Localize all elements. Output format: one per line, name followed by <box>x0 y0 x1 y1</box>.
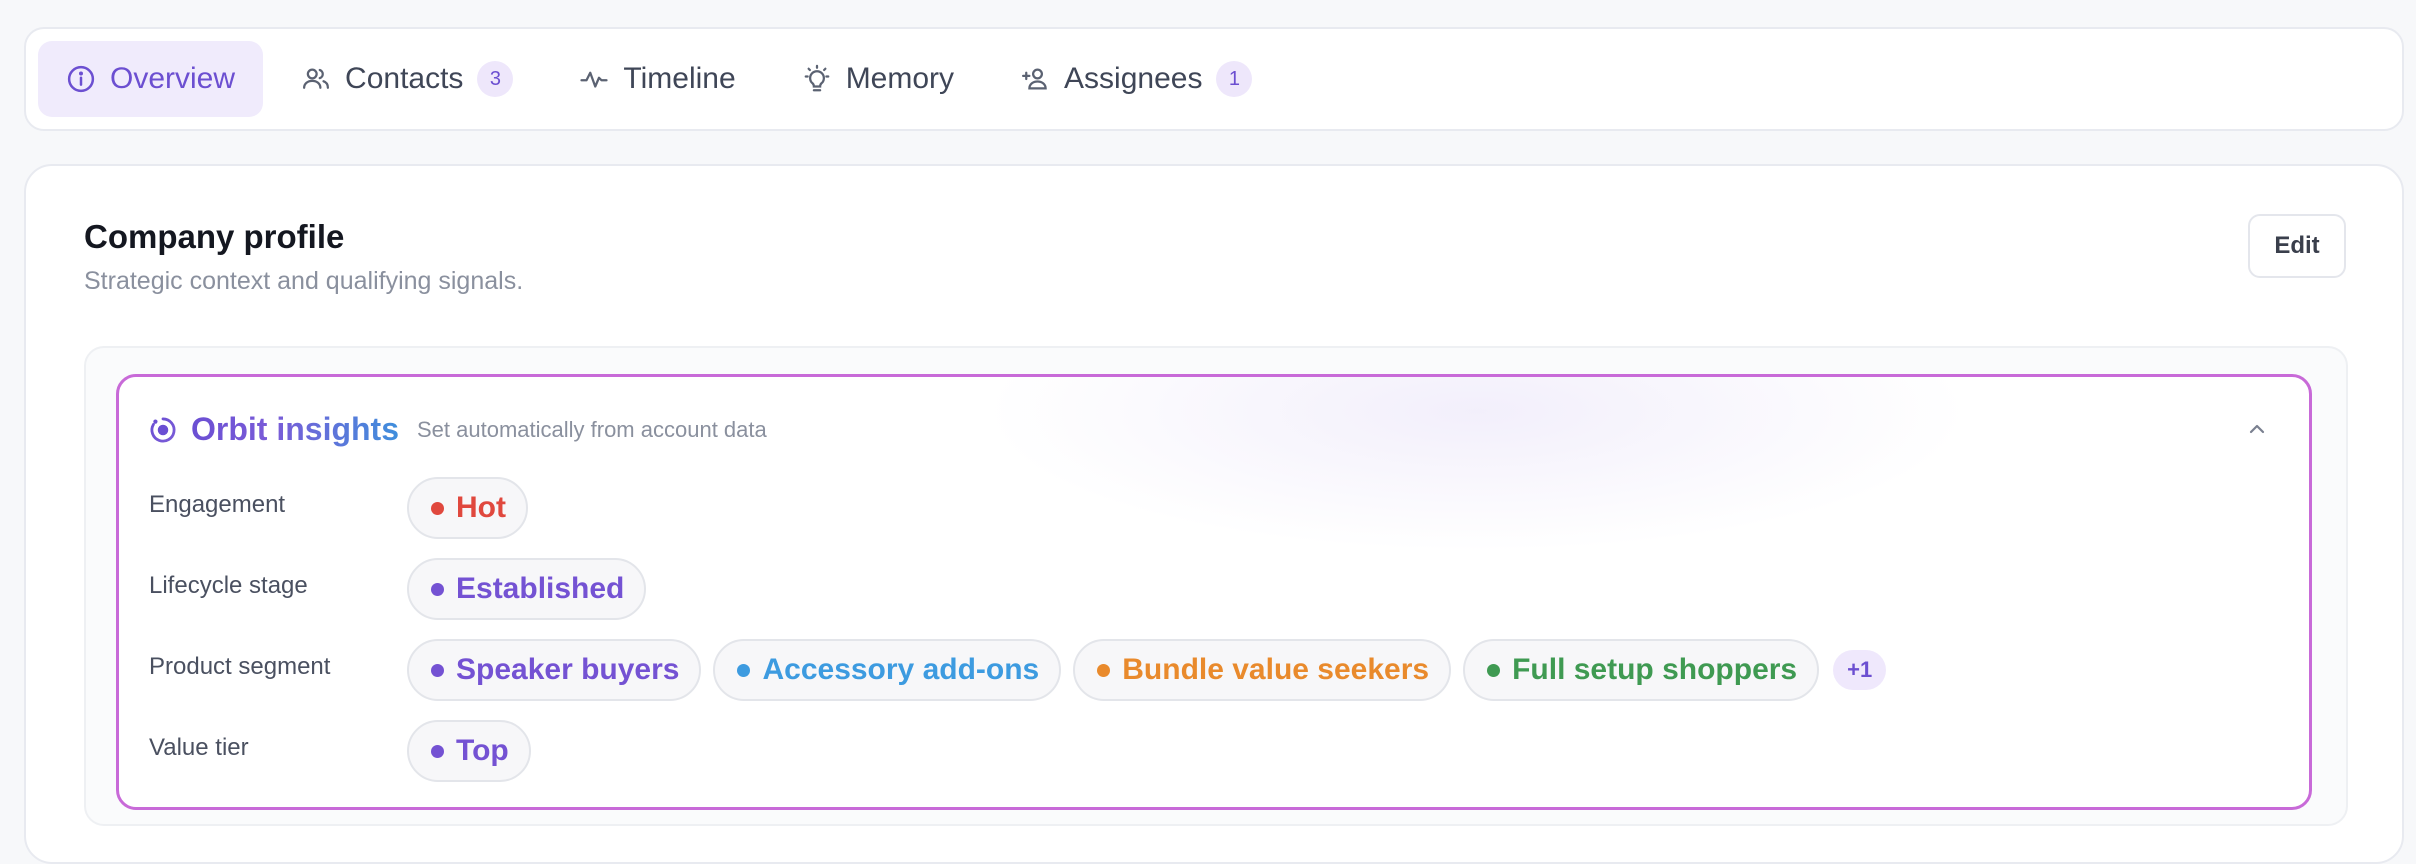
row-label: Lifecycle stage <box>149 572 308 599</box>
tab-timeline[interactable]: Timeline <box>551 41 763 117</box>
chip-segment[interactable]: Bundle value seekers <box>1073 639 1452 701</box>
user-plus-icon <box>1020 64 1050 94</box>
chip-lifecycle[interactable]: Established <box>407 558 647 620</box>
chip-segment[interactable]: Full setup shoppers <box>1463 639 1820 701</box>
insight-row-product-segment: Product segment Speaker buyers Accessory… <box>149 639 1887 701</box>
status-dot <box>1097 663 1111 677</box>
chip-group: Top <box>407 720 531 782</box>
status-dot <box>737 663 751 677</box>
chip-group: Speaker buyers Accessory add-ons Bundle … <box>407 639 1887 701</box>
lightbulb-icon <box>802 64 832 94</box>
status-dot <box>431 501 444 515</box>
insight-row-value-tier: Value tier Top <box>149 720 531 782</box>
more-chips-badge[interactable]: +1 <box>1833 650 1887 690</box>
row-label: Value tier <box>149 734 249 761</box>
tab-label: Timeline <box>623 62 736 95</box>
chip-group: Established <box>407 558 647 620</box>
tab-bar: Overview Contacts 3 Timeline Memory Assi… <box>24 27 2404 131</box>
tab-overview[interactable]: Overview <box>38 41 264 117</box>
insights-title: Orbit insights <box>191 411 399 447</box>
tab-label: Contacts <box>345 62 464 95</box>
insight-row-lifecycle: Lifecycle stage Established <box>149 558 647 620</box>
info-circle-icon <box>66 64 96 94</box>
activity-icon <box>579 64 609 94</box>
card-title: Company profile <box>84 218 345 255</box>
status-dot <box>431 744 444 758</box>
chip-label: Established <box>456 572 625 605</box>
orbit-icon <box>149 416 177 444</box>
tab-memory[interactable]: Memory <box>774 41 982 117</box>
status-dot <box>431 663 444 677</box>
chip-value-tier[interactable]: Top <box>407 720 531 782</box>
status-dot <box>431 582 444 596</box>
chip-label: Hot <box>456 491 506 524</box>
chip-label: Bundle value seekers <box>1122 653 1430 686</box>
tab-label: Memory <box>845 62 955 95</box>
collapse-button[interactable] <box>2243 415 2271 443</box>
chip-label: Full setup shoppers <box>1512 653 1798 686</box>
insight-row-engagement: Engagement Hot <box>149 477 528 539</box>
chip-engagement[interactable]: Hot <box>407 477 528 539</box>
insights-header: Orbit insights Set automatically from ac… <box>149 411 767 448</box>
chip-label: Speaker buyers <box>456 653 680 686</box>
edit-button[interactable]: Edit <box>2248 214 2346 278</box>
row-label: Engagement <box>149 491 286 518</box>
insights-subtitle: Set automatically from account data <box>417 416 767 442</box>
chip-group: Hot <box>407 477 528 539</box>
chip-segment[interactable]: Accessory add-ons <box>713 639 1062 701</box>
users-icon <box>301 64 331 94</box>
status-dot <box>1487 663 1501 677</box>
chip-label: Accessory add-ons <box>762 653 1040 686</box>
tab-assignees[interactable]: Assignees 1 <box>992 41 1280 117</box>
row-label: Product segment <box>149 653 331 680</box>
contacts-count-badge: 3 <box>477 61 514 97</box>
chip-label: Top <box>456 734 509 767</box>
card-subtitle: Strategic context and qualifying signals… <box>84 267 524 295</box>
orbit-insights-panel: Orbit insights Set automatically from ac… <box>116 374 2312 810</box>
tab-contacts[interactable]: Contacts 3 <box>273 41 541 117</box>
chevron-up-icon <box>2245 417 2269 441</box>
assignees-count-badge: 1 <box>1216 61 1253 97</box>
chip-segment[interactable]: Speaker buyers <box>407 639 702 701</box>
tab-label: Assignees <box>1064 62 1203 95</box>
tab-label: Overview <box>110 62 236 95</box>
